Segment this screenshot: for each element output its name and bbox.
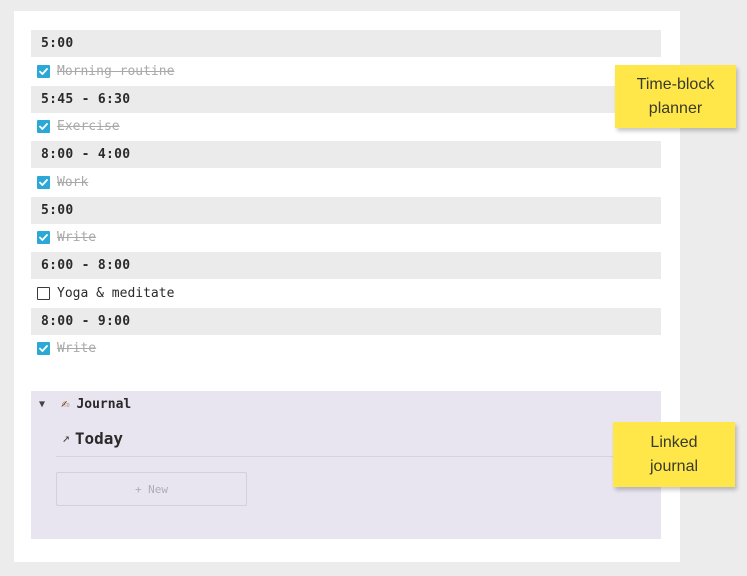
check-icon <box>39 67 48 75</box>
task-row[interactable]: Write <box>31 335 661 364</box>
journal-section: ▼ ✍ Journal ↗ Today + New <box>31 391 661 539</box>
triangle-down-icon[interactable]: ▼ <box>39 399 61 410</box>
time-slot: 8:00 - 9:00 <box>31 307 661 335</box>
task-label: Morning routine <box>57 63 175 79</box>
new-button[interactable]: + New <box>56 472 247 506</box>
checkbox-checked[interactable] <box>37 64 50 78</box>
time-slot: 5:45 - 6:30 <box>31 85 661 113</box>
checkbox-checked[interactable] <box>37 231 50 245</box>
task-row[interactable]: Morning routine <box>31 57 661 86</box>
task-row[interactable]: Exercise <box>31 113 661 142</box>
today-link[interactable]: ↗ Today <box>62 429 123 448</box>
task-row[interactable]: Work <box>31 168 661 197</box>
task-label: Yoga & meditate <box>57 285 175 301</box>
sticky-note-journal: Linked journal <box>613 422 735 487</box>
sticky-text: Linked <box>650 434 698 452</box>
time-label: 5:00 <box>41 36 74 51</box>
check-icon <box>39 234 48 242</box>
divider <box>56 456 646 457</box>
writing-hand-icon: ✍ <box>61 396 70 412</box>
check-icon <box>39 123 48 131</box>
time-slot: 6:00 - 8:00 <box>31 252 661 279</box>
checkbox-checked[interactable] <box>37 120 50 134</box>
sticky-text: journal <box>649 457 699 475</box>
time-slot: 8:00 - 4:00 <box>31 141 661 168</box>
time-label: 8:00 - 9:00 <box>41 313 131 329</box>
today-label: Today <box>74 429 123 448</box>
journal-header[interactable]: ▼ ✍ Journal <box>39 396 131 412</box>
time-block-list: 5:00 Morning routine 5:45 - 6:30 Exercis… <box>31 30 661 363</box>
check-icon <box>39 345 48 353</box>
time-label: 5:45 - 6:30 <box>41 91 131 107</box>
sticky-text: planner <box>648 99 703 117</box>
time-slot: 5:00 <box>31 196 661 224</box>
task-row[interactable]: Write <box>31 224 661 253</box>
task-label: Write <box>57 230 97 246</box>
checkbox-checked[interactable] <box>37 175 50 189</box>
time-label: 5:00 <box>41 202 74 218</box>
checkbox-checked[interactable] <box>37 342 50 356</box>
time-label: 8:00 - 4:00 <box>41 147 131 162</box>
checkbox-unchecked[interactable] <box>37 286 50 300</box>
arrow-up-right-icon: ↗ <box>62 431 70 446</box>
sticky-note-planner: Time-block planner <box>615 65 736 128</box>
task-label: Write <box>57 341 97 357</box>
check-icon <box>39 178 48 186</box>
task-label: Exercise <box>57 119 120 135</box>
journal-title: Journal <box>76 396 132 412</box>
time-slot: 5:00 <box>31 30 661 57</box>
task-row[interactable]: Yoga & meditate <box>31 279 661 308</box>
time-label: 6:00 - 8:00 <box>41 258 131 273</box>
sticky-text: Time-block <box>636 76 715 94</box>
page: 5:00 Morning routine 5:45 - 6:30 Exercis… <box>14 11 680 562</box>
task-label: Work <box>57 174 89 190</box>
